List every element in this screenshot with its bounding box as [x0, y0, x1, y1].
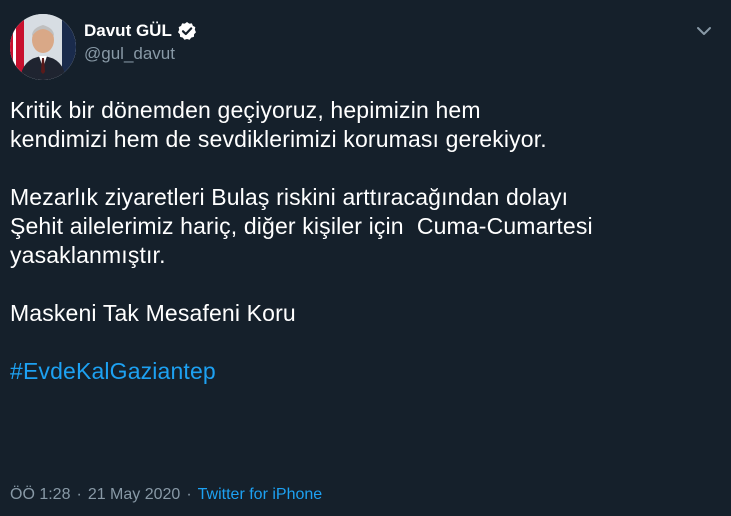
- profile-photo-icon: [10, 14, 76, 80]
- tweet-header: Davut GÜL @gul_davut: [10, 10, 721, 80]
- tweet-line: Maskeni Tak Mesafeni Koru: [10, 300, 296, 326]
- tweet-line: Mezarlık ziyaretleri Bulaş riskini arttı…: [10, 184, 569, 210]
- tweet-line: Şehit ailelerimiz hariç, diğer kişiler i…: [10, 213, 593, 239]
- tweet-date[interactable]: 21 May 2020: [88, 486, 181, 504]
- footer-separator: ·: [76, 486, 82, 503]
- chevron-down-icon[interactable]: [693, 20, 715, 42]
- tweet-line: yasaklanmıştır.: [10, 242, 166, 268]
- footer-separator: ·: [186, 486, 192, 503]
- tweet-card: Davut GÜL @gul_davut Kritik bir dönemden…: [0, 0, 731, 516]
- tweet-text: Kritik bir dönemden geçiyoruz, hepimizin…: [10, 96, 720, 386]
- tweet-line: kendimizi hem de sevdiklerimizi koruması…: [10, 126, 547, 152]
- tweet-line: Kritik bir dönemden geçiyoruz, hepimizin…: [10, 97, 481, 123]
- tweet-source-link[interactable]: Twitter for iPhone: [198, 486, 323, 504]
- verified-badge-icon: [177, 21, 197, 41]
- hashtag-link[interactable]: #EvdeKalGaziantep: [10, 357, 720, 386]
- display-name-row: Davut GÜL: [84, 20, 197, 42]
- tweet-time[interactable]: ÖÖ 1:28: [10, 486, 70, 504]
- display-name[interactable]: Davut GÜL: [84, 21, 172, 41]
- tweet-footer: ÖÖ 1:28 · 21 May 2020 · Twitter for iPho…: [10, 486, 322, 504]
- avatar[interactable]: [10, 14, 76, 80]
- user-handle[interactable]: @gul_davut: [84, 44, 197, 64]
- user-meta: Davut GÜL @gul_davut: [84, 20, 197, 64]
